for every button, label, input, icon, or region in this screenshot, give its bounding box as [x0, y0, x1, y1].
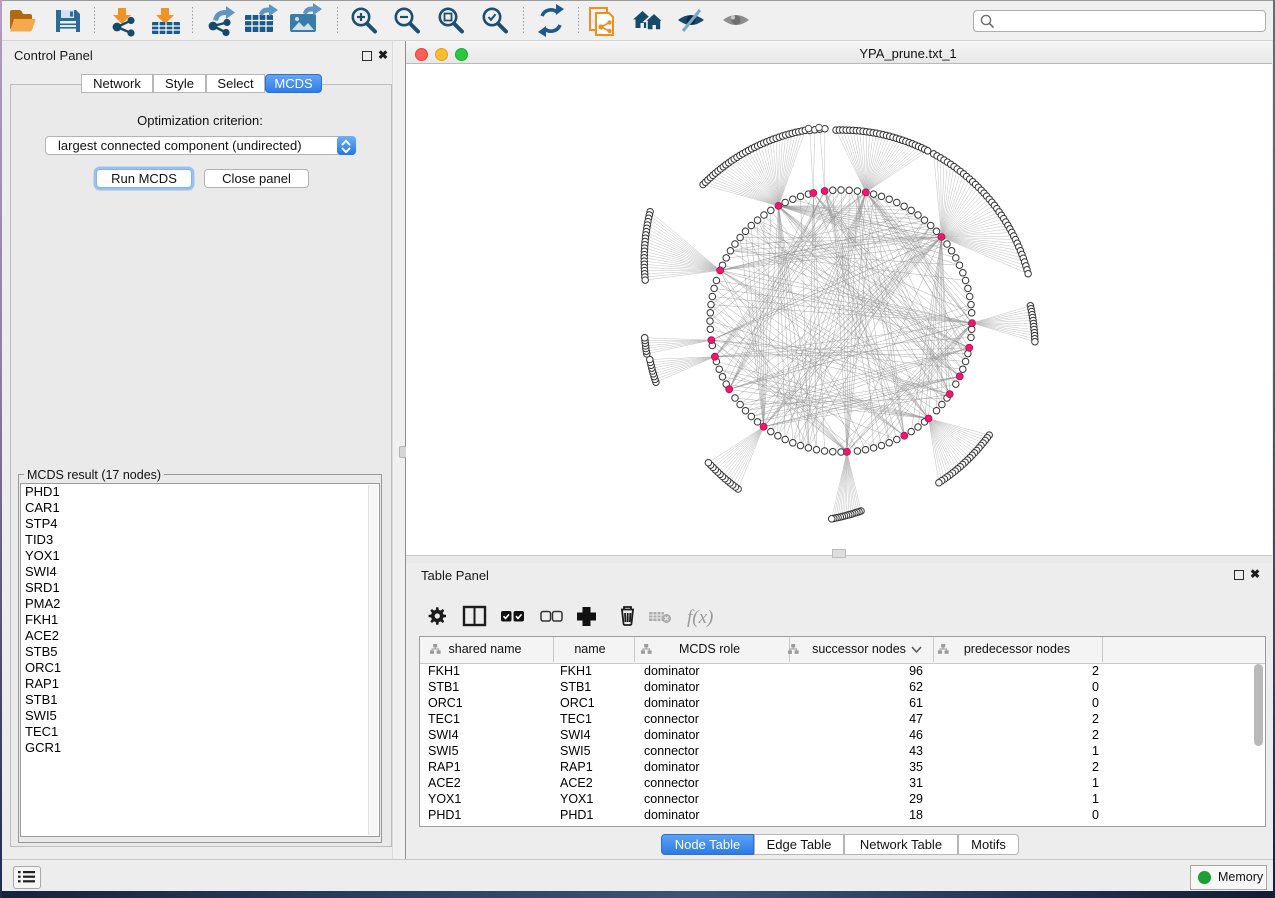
- svg-text:f(x): f(x): [687, 607, 713, 628]
